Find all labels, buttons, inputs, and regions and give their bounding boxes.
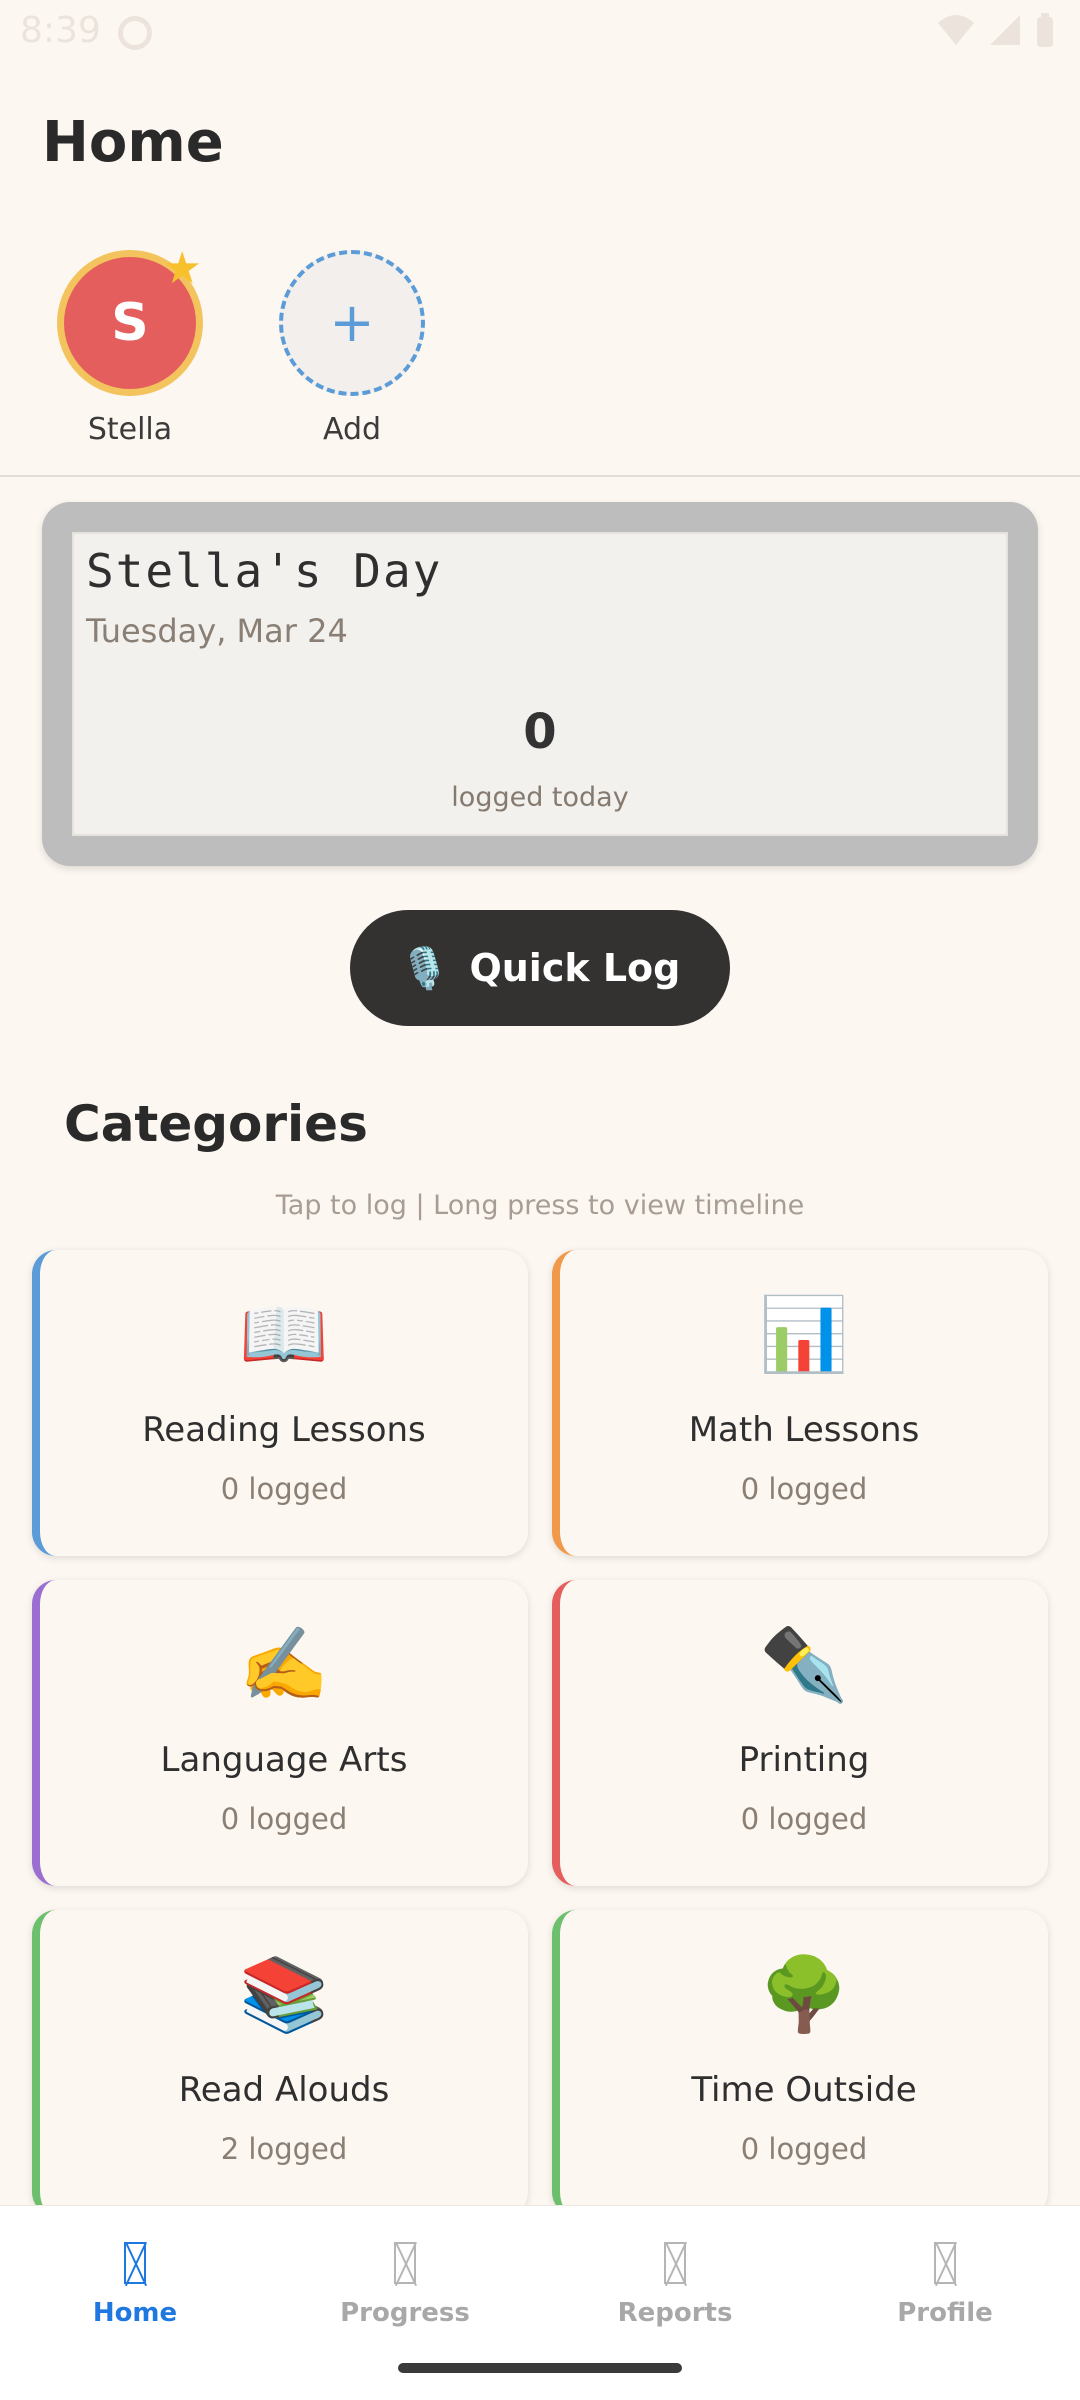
nav-tab-profile[interactable]: Profile xyxy=(845,2242,1045,2328)
sync-status-icon xyxy=(118,16,152,50)
quick-log-label: Quick Log xyxy=(469,946,681,990)
category-label: Language Arts xyxy=(160,1740,408,1780)
plus-icon: + xyxy=(329,291,375,354)
category-card-math-lessons[interactable]: 📊 Math Lessons 0 logged xyxy=(552,1250,1048,1556)
status-time: 8:39 xyxy=(20,10,101,51)
microphone-icon: 🎙️ xyxy=(399,945,450,992)
book-icon: 📖 xyxy=(239,1292,329,1376)
quick-log-button[interactable]: 🎙️ Quick Log xyxy=(350,910,730,1026)
reports-icon xyxy=(664,2242,686,2284)
home-indicator[interactable] xyxy=(398,2363,682,2373)
category-label: Reading Lessons xyxy=(142,1410,426,1450)
writing-hand-icon: ✍️ xyxy=(239,1622,329,1706)
books-icon: 📚 xyxy=(239,1952,329,2036)
day-card-content: Stella's Day Tuesday, Mar 24 0 logged to… xyxy=(72,532,1008,836)
category-count: 0 logged xyxy=(220,1802,348,1836)
category-count: 0 logged xyxy=(740,1472,868,1506)
add-ring: + xyxy=(279,250,425,396)
status-bar: 8:39 xyxy=(0,0,1080,64)
day-date: Tuesday, Mar 24 xyxy=(86,612,348,650)
nav-label: Progress xyxy=(340,2298,470,2328)
category-label: Time Outside xyxy=(691,2070,917,2110)
page-title: Home xyxy=(42,110,224,175)
category-label: Printing xyxy=(738,1740,870,1780)
category-label: Math Lessons xyxy=(688,1410,920,1450)
category-card-reading-lessons[interactable]: 📖 Reading Lessons 0 logged xyxy=(32,1250,528,1556)
category-count: 0 logged xyxy=(740,1802,868,1836)
add-child-button[interactable]: + Add xyxy=(272,250,432,447)
divider xyxy=(0,475,1080,477)
home-screen: 8:39 Home S ★ Stella + Add Stella's Day … xyxy=(0,0,1080,2400)
nav-label: Home xyxy=(92,2298,178,2328)
signal-icon xyxy=(988,13,1022,51)
status-icons xyxy=(936,12,1056,52)
child-stella[interactable]: S ★ Stella xyxy=(50,243,210,447)
avatar: S ★ xyxy=(57,243,203,396)
category-card-printing[interactable]: ✒️ Printing 0 logged xyxy=(552,1580,1048,1886)
star-icon: ★ xyxy=(162,243,202,294)
nav-tab-progress[interactable]: Progress xyxy=(305,2242,505,2328)
home-icon xyxy=(124,2242,146,2284)
day-title: Stella's Day xyxy=(86,544,443,598)
category-card-time-outside[interactable]: 🌳 Time Outside 0 logged xyxy=(552,1910,1048,2216)
section-hint: Tap to log | Long press to view timeline xyxy=(275,1190,805,1221)
category-count: 0 logged xyxy=(220,1472,348,1506)
category-card-language-arts[interactable]: ✍️ Language Arts 0 logged xyxy=(32,1580,528,1886)
battery-icon xyxy=(1034,12,1056,52)
nav-label: Reports xyxy=(617,2298,733,2328)
child-name: Stella xyxy=(87,412,173,447)
nav-tab-reports[interactable]: Reports xyxy=(575,2242,775,2328)
category-count: 0 logged xyxy=(740,2132,868,2166)
chart-icon: 📊 xyxy=(759,1292,849,1376)
nav-label: Profile xyxy=(897,2298,993,2328)
day-count: 0 xyxy=(523,704,557,760)
pen-nib-icon: ✒️ xyxy=(759,1622,849,1706)
category-card-read-alouds[interactable]: 📚 Read Alouds 2 logged xyxy=(32,1910,528,2216)
day-count-label: logged today xyxy=(451,782,629,813)
profile-icon xyxy=(934,2242,956,2284)
tree-icon: 🌳 xyxy=(759,1952,849,2036)
add-child-label: Add xyxy=(322,412,382,447)
nav-tab-home[interactable]: Home xyxy=(35,2242,235,2328)
category-label: Read Alouds xyxy=(178,2070,390,2110)
category-count: 2 logged xyxy=(220,2132,348,2166)
wifi-icon xyxy=(936,13,976,51)
day-card: Stella's Day Tuesday, Mar 24 0 logged to… xyxy=(42,502,1038,866)
avatar-initial: S xyxy=(111,293,149,353)
progress-icon xyxy=(394,2242,416,2284)
child-selector: S ★ Stella + Add xyxy=(0,243,1080,450)
section-title: Categories xyxy=(64,1095,368,1153)
